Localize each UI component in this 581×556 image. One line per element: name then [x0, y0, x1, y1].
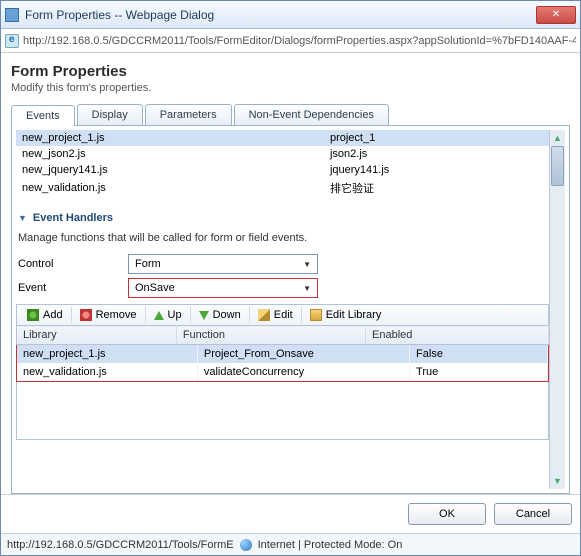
scroll-down-icon[interactable]: ▼: [550, 473, 565, 489]
edit-icon: [258, 309, 270, 321]
section-header[interactable]: ▼ Event Handlers: [18, 212, 549, 224]
grid-row[interactable]: new_validation.jsvalidateConcurrencyTrue: [17, 363, 548, 381]
chevron-down-icon: ▼: [18, 213, 27, 223]
tab-nonevent[interactable]: Non-Event Dependencies: [234, 104, 389, 125]
down-icon: [199, 311, 209, 320]
window-title: Form Properties -- Webpage Dialog: [25, 8, 536, 22]
url-text[interactable]: http://192.168.0.5/GDCCRM2011/Tools/Form…: [23, 35, 576, 47]
edit-library-button[interactable]: Edit Library: [302, 307, 390, 323]
remove-icon: [80, 309, 92, 321]
library-row: new_json2.jsjson2.js: [16, 146, 549, 162]
ie-icon: [5, 34, 19, 48]
edit-button[interactable]: Edit: [250, 307, 302, 323]
tab-parameters[interactable]: Parameters: [145, 104, 232, 125]
ok-button[interactable]: OK: [408, 503, 486, 525]
scrollbar[interactable]: ▲ ▼: [549, 130, 565, 489]
library-row: new_validation.js排它验证: [16, 178, 549, 198]
library-icon: [310, 309, 322, 321]
close-button[interactable]: ✕: [536, 6, 576, 24]
cancel-button[interactable]: Cancel: [494, 503, 572, 525]
chevron-down-icon: ▼: [303, 284, 311, 293]
handler-grid[interactable]: LibraryFunctionEnabled: [16, 325, 549, 345]
section-desc: Manage functions that will be called for…: [18, 232, 547, 244]
library-row: new_jquery141.jsjquery141.js: [16, 162, 549, 178]
scroll-up-icon[interactable]: ▲: [550, 130, 565, 146]
up-icon: [154, 311, 164, 320]
status-path: http://192.168.0.5/GDCCRM2011/Tools/Form…: [7, 539, 234, 551]
page-title: Form Properties: [11, 63, 570, 80]
down-button[interactable]: Down: [191, 307, 250, 323]
grid-header: LibraryFunctionEnabled: [17, 326, 549, 345]
library-row: new_project_1.jsproject_1: [16, 130, 549, 146]
titlebar[interactable]: Form Properties -- Webpage Dialog ✕: [1, 1, 580, 29]
library-table[interactable]: new_project_1.jsproject_1 new_json2.jsjs…: [16, 130, 549, 198]
event-select[interactable]: OnSave▼: [128, 278, 318, 298]
remove-button[interactable]: Remove: [72, 307, 146, 323]
control-label: Control: [18, 258, 128, 270]
control-select[interactable]: Form▼: [128, 254, 318, 274]
event-label: Event: [18, 282, 128, 294]
tab-display[interactable]: Display: [77, 104, 143, 125]
scroll-thumb[interactable]: [551, 146, 564, 186]
grid-empty-area: [16, 382, 549, 440]
globe-icon: [240, 539, 252, 551]
add-icon: [27, 309, 39, 321]
address-bar: http://192.168.0.5/GDCCRM2011/Tools/Form…: [1, 29, 580, 53]
content-area: Form Properties Modify this form's prope…: [1, 53, 580, 494]
status-zone: Internet | Protected Mode: On: [258, 539, 403, 551]
section-title: Event Handlers: [33, 212, 113, 224]
dialog-footer: OK Cancel: [1, 494, 580, 533]
tab-events[interactable]: Events: [11, 105, 75, 126]
grid-row[interactable]: new_project_1.jsProject_From_OnsaveFalse: [17, 345, 548, 363]
page-subtitle: Modify this form's properties.: [11, 82, 570, 94]
status-bar: http://192.168.0.5/GDCCRM2011/Tools/Form…: [1, 533, 580, 555]
up-button[interactable]: Up: [146, 307, 191, 323]
app-icon: [5, 8, 19, 22]
tab-row: Events Display Parameters Non-Event Depe…: [11, 104, 570, 126]
chevron-down-icon: ▼: [303, 260, 311, 269]
add-button[interactable]: Add: [19, 307, 72, 323]
tab-panel: new_project_1.jsproject_1 new_json2.jsjs…: [11, 126, 570, 494]
handler-toolbar: Add Remove Up Down Edit Edit Library: [16, 304, 549, 325]
dialog-window: Form Properties -- Webpage Dialog ✕ http…: [0, 0, 581, 556]
